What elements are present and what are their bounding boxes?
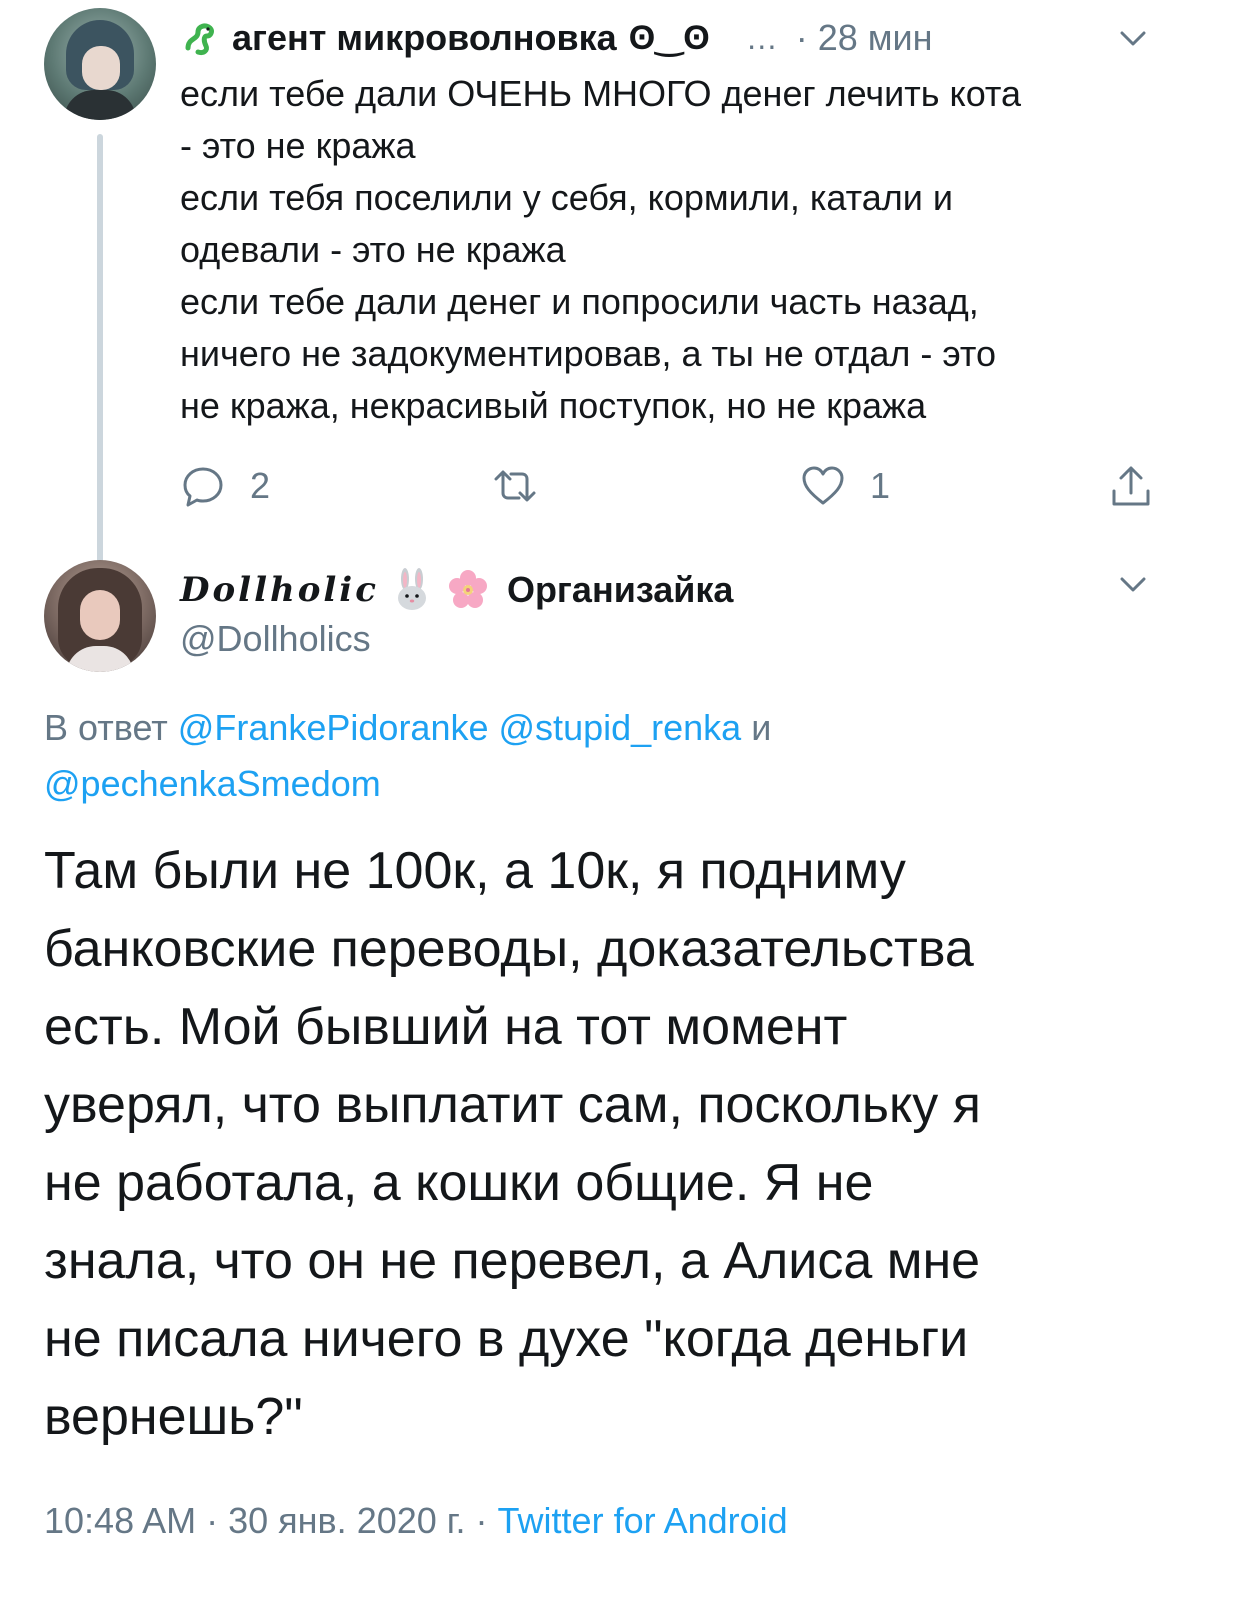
tweet-text-line: если тебе дали денег и попросили часть н… <box>180 281 979 322</box>
avatar[interactable] <box>44 560 156 672</box>
chevron-down-icon[interactable] <box>1117 22 1149 54</box>
tweet-text-line: если тебе дали ОЧЕНЬ МНОГО денег лечить … <box>180 73 1022 114</box>
tweet-timestamp[interactable]: · 28 мин <box>796 17 933 59</box>
tweet-text-line: вернешь?" <box>44 1388 303 1446</box>
tweet-text-line: - это не кража <box>180 125 416 166</box>
tweet-text: Там были не 100к, а 10к, я подниму банко… <box>44 832 1204 1456</box>
truncation-ellipsis: … <box>745 19 778 56</box>
tweet-text-line: банковские переводы, доказательства <box>44 920 974 978</box>
separator: · <box>475 1500 488 1541</box>
tweet-text-line: если тебя поселили у себя, кормили, ката… <box>180 177 953 218</box>
tweet-date[interactable]: 30 янв. 2020 г. <box>228 1500 465 1541</box>
reply-joiner: и <box>751 707 772 748</box>
thread-connector <box>97 134 103 564</box>
tweet-actions: 2 1 <box>180 462 1170 510</box>
author-name-script[interactable]: Dollholic <box>180 570 379 610</box>
reply-icon <box>183 467 223 507</box>
mention-link[interactable]: @FrankePidoranke <box>178 707 489 748</box>
tweet-text-line: есть. Мой бывший на тот момент <box>44 998 848 1056</box>
author-name[interactable]: агент микроволновка <box>232 17 617 59</box>
tweet-text-line: Там были не 100к, а 10к, я подниму <box>44 842 906 900</box>
like-icon <box>802 466 844 505</box>
blossom-icon <box>448 570 487 608</box>
snake-icon <box>182 20 218 56</box>
reply-count: 2 <box>250 465 271 506</box>
tweet-metadata: 10:48 AM · 30 янв. 2020 г. · Twitter for… <box>44 1500 788 1542</box>
retweet-icon <box>494 470 536 502</box>
tweet-text-line: знала, что он не перевел, а Алиса мне <box>44 1232 981 1290</box>
tweet-source-link[interactable]: Twitter for Android <box>498 1500 788 1541</box>
tweet-text-line: уверял, что выплатит сам, поскольку я <box>44 1076 981 1134</box>
chevron-down-icon[interactable] <box>1117 568 1149 600</box>
tweet-header: Dollholic Организайка <box>180 562 733 618</box>
mention-link[interactable]: @pechenkaSmedom <box>44 763 381 804</box>
tweet-header: агент микроволновка ʘ‿ʘ … · 28 мин <box>180 12 1180 64</box>
rabbit-icon <box>397 568 426 610</box>
like-button[interactable]: 1 <box>800 462 890 510</box>
author-name-decoration: ʘ‿ʘ <box>628 19 710 57</box>
reply-prefix: В ответ <box>44 707 168 748</box>
share-icon <box>1112 466 1150 506</box>
retweet-button[interactable] <box>492 462 538 510</box>
tweet-text: если тебе дали ОЧЕНЬ МНОГО денег лечить … <box>180 68 1190 432</box>
mention-link[interactable]: @stupid_renka <box>499 707 742 748</box>
tweet-text-line: не кража, некрасивый поступок, но не кра… <box>180 385 927 426</box>
tweet-text-line: не работала, а кошки общие. Я не <box>44 1154 874 1212</box>
share-button[interactable] <box>1108 462 1154 510</box>
reply-button[interactable]: 2 <box>180 462 270 510</box>
tweet-text-line: ничего не задокументировав, а ты не отда… <box>180 333 997 374</box>
tweet-time[interactable]: 10:48 AM <box>44 1500 196 1541</box>
author-name-suffix[interactable]: Организайка <box>507 569 734 611</box>
avatar[interactable] <box>44 8 156 120</box>
author-handle[interactable]: @Dollholics <box>180 618 371 660</box>
reply-context: В ответ @FrankePidoranke @stupid_renka и… <box>44 700 1194 812</box>
separator: · <box>206 1500 219 1541</box>
like-count: 1 <box>870 465 891 506</box>
tweet-text-line: одевали - это не кража <box>180 229 566 270</box>
tweet-text-line: не писала ничего в духе "когда деньги <box>44 1310 969 1368</box>
